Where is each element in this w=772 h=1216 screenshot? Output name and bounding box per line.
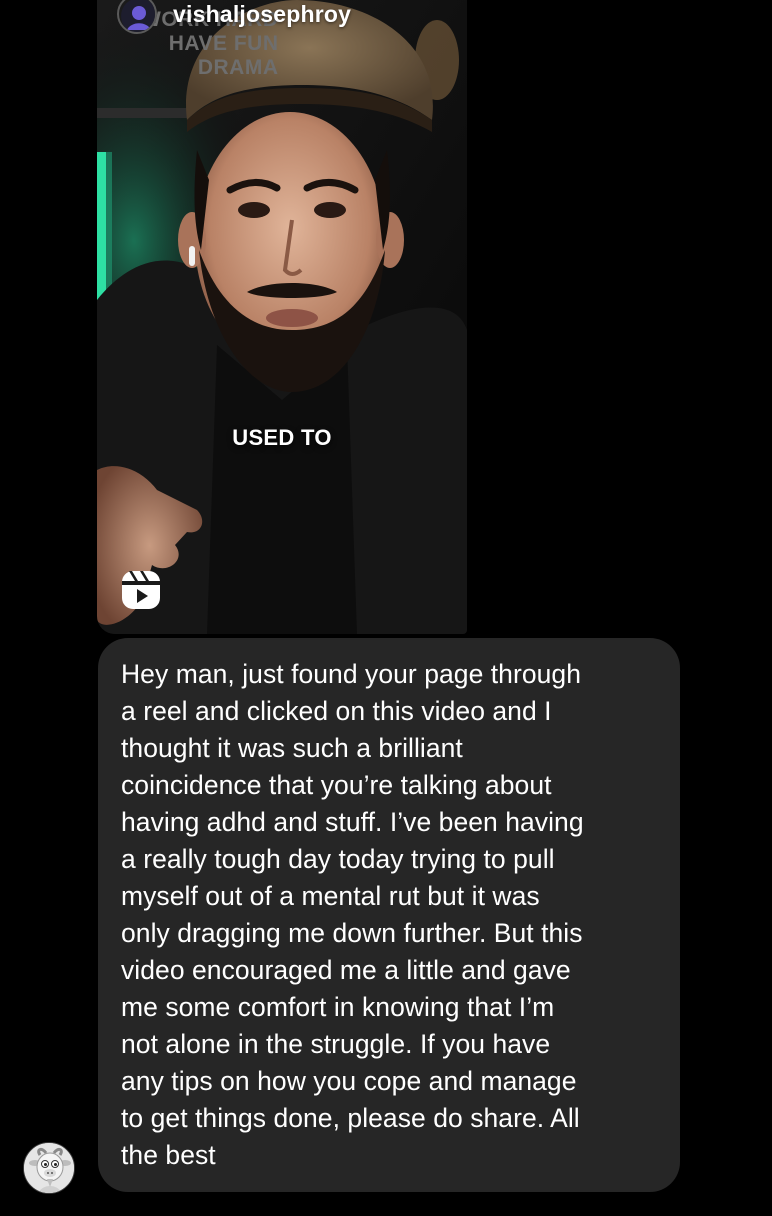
- reel-icon: [122, 571, 160, 609]
- reel-video-frame: [97, 0, 467, 634]
- wall-sign-line: DRAMA: [197, 56, 279, 79]
- reel-caption-text: USED TO: [232, 425, 332, 450]
- author-username[interactable]: vishaljosephroy: [173, 1, 351, 28]
- goat-avatar-icon: [24, 1143, 74, 1193]
- author-avatar[interactable]: [117, 0, 157, 34]
- author-avatar-icon: [121, 0, 155, 32]
- wall-sign-line: HAVE FUN: [168, 32, 279, 55]
- message-bubble[interactable]: Hey man, just found your page through a …: [98, 638, 680, 1192]
- sender-avatar[interactable]: [23, 1142, 75, 1194]
- message-text: Hey man, just found your page through a …: [121, 659, 584, 1170]
- reel-author-header[interactable]: vishaljosephroy: [117, 0, 351, 34]
- shared-reel-preview[interactable]: WORK HARD HAVE FUN DRAMA vishaljosephroy…: [97, 0, 467, 634]
